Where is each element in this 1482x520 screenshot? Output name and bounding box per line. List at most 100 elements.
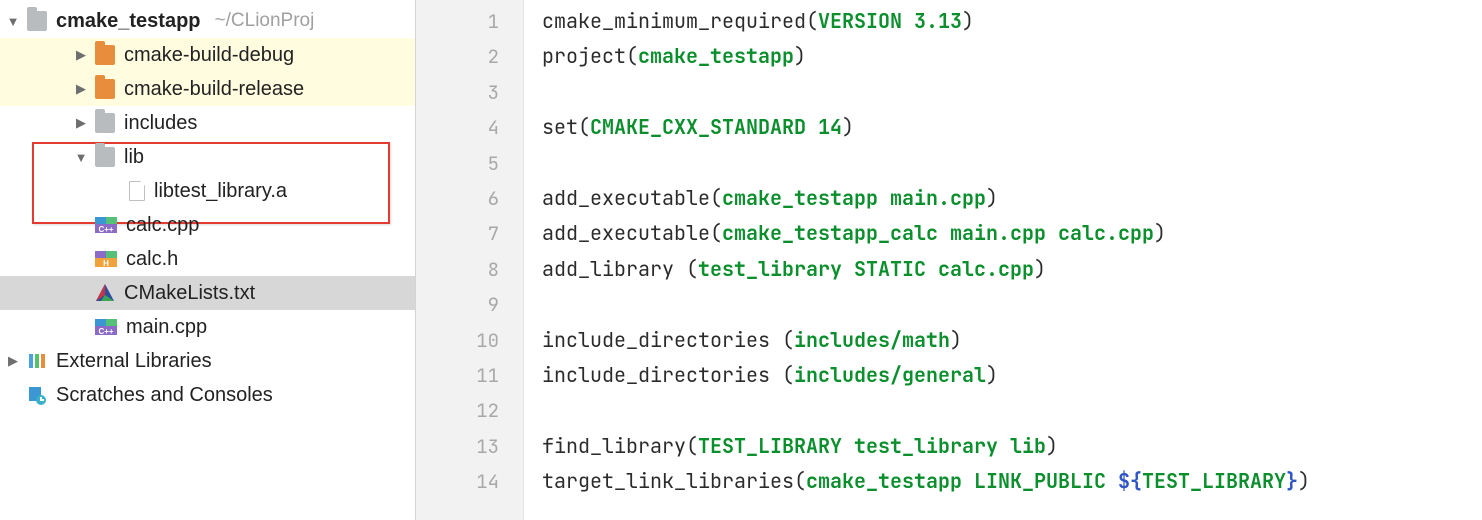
code-line[interactable] — [542, 393, 1482, 428]
chevron-right-icon[interactable]: ▶ — [74, 115, 88, 131]
code-line[interactable] — [542, 287, 1482, 322]
code-token: cmake_testapp main.cpp — [722, 185, 986, 211]
code-line[interactable]: include_directories (includes/general) — [542, 358, 1482, 393]
code-token: includes/math — [794, 327, 950, 353]
gutter-line-number: 10 — [416, 323, 499, 358]
gutter-line-number: 3 — [416, 75, 499, 110]
code-token: cmake_testapp_calc main.cpp calc.cpp — [722, 220, 1154, 246]
gutter: 1234567891011121314 — [416, 0, 524, 520]
header-file-icon: H — [95, 251, 117, 267]
code-line[interactable]: add_executable(cmake_testapp_calc main.c… — [542, 216, 1482, 251]
code-token: cmake_testapp LINK_PUBLIC — [806, 468, 1118, 494]
gutter-line-number: 11 — [416, 358, 499, 393]
code-line[interactable]: include_directories (includes/math) — [542, 323, 1482, 358]
tree-item-label: calc.h — [126, 248, 178, 271]
scratches-icon — [27, 385, 47, 405]
folder-icon — [95, 113, 115, 133]
tree-item[interactable]: ▶ includes — [0, 106, 415, 140]
chevron-down-icon[interactable]: ▼ — [74, 150, 88, 165]
code-line[interactable]: target_link_libraries(cmake_testapp LINK… — [542, 464, 1482, 499]
code-line[interactable] — [542, 75, 1482, 110]
code-token: CMAKE_CXX_STANDARD 14 — [590, 114, 842, 140]
gutter-line-number: 9 — [416, 287, 499, 322]
gutter-line-number: 6 — [416, 181, 499, 216]
project-tree[interactable]: ▼ cmake_testapp ~/CLionProj ▶cmake-build… — [0, 0, 416, 520]
tree-item[interactable]: ▶ cmake-build-debug — [0, 38, 415, 72]
code-token: add_executable( — [542, 185, 722, 211]
gutter-line-number: 14 — [416, 464, 499, 499]
tree-item[interactable]: ▶libtest_library.a — [0, 174, 415, 208]
code-token: target_link_libraries( — [542, 468, 806, 494]
gutter-line-number: 5 — [416, 146, 499, 181]
code-line[interactable]: set(CMAKE_CXX_STANDARD 14) — [542, 110, 1482, 145]
tree-item-label: libtest_library.a — [154, 180, 287, 203]
code-line[interactable]: add_executable(cmake_testapp main.cpp) — [542, 181, 1482, 216]
code-token: set( — [542, 114, 590, 140]
code-token: ${ — [1118, 468, 1142, 494]
chevron-right-icon[interactable]: ▶ — [74, 47, 88, 63]
code-token: VERSION 3.13 — [818, 8, 962, 34]
code-line[interactable]: find_library(TEST_LIBRARY test_library l… — [542, 429, 1482, 464]
tree-item-label: main.cpp — [126, 316, 207, 339]
folder-icon — [95, 79, 115, 99]
chevron-right-icon[interactable]: ▶ — [6, 353, 20, 369]
gutter-line-number: 2 — [416, 39, 499, 74]
code-token: find_library( — [542, 433, 698, 459]
tree-item-label: includes — [124, 112, 197, 135]
tree-item-label: cmake-build-debug — [124, 44, 294, 67]
code-token: ) — [1154, 220, 1166, 246]
code-line[interactable]: add_library (test_library STATIC calc.cp… — [542, 252, 1482, 287]
tree-item[interactable]: ▶C++calc.cpp — [0, 208, 415, 242]
tree-item[interactable]: ▶CMakeLists.txt — [0, 276, 415, 310]
tree-item[interactable]: ▶Scratches and Consoles — [0, 378, 415, 412]
tree-root[interactable]: ▼ cmake_testapp ~/CLionProj — [0, 4, 415, 38]
cpp-file-icon: C++ — [95, 319, 117, 335]
tree-item-label: External Libraries — [56, 350, 212, 373]
tree-root-hint: ~/CLionProj — [215, 10, 315, 32]
gutter-line-number: 7 — [416, 216, 499, 251]
code-token: } — [1286, 468, 1298, 494]
tree-item-label: CMakeLists.txt — [124, 282, 255, 305]
tree-item[interactable]: ▶C++main.cpp — [0, 310, 415, 344]
folder-icon — [95, 147, 115, 167]
code-token: ) — [1034, 256, 1046, 282]
svg-text:C++: C++ — [98, 225, 113, 233]
code-token: cmake_testapp — [638, 43, 794, 69]
tree-item-label: lib — [124, 146, 144, 169]
code-line[interactable] — [542, 146, 1482, 181]
svg-text:C++: C++ — [98, 327, 113, 335]
code-line[interactable]: project(cmake_testapp) — [542, 39, 1482, 74]
code-token: ) — [1298, 468, 1310, 494]
code-token: TEST_LIBRARY — [1142, 468, 1286, 494]
code-area[interactable]: cmake_minimum_required(VERSION 3.13)proj… — [524, 0, 1482, 520]
code-token: ) — [950, 327, 962, 353]
code-token: ) — [986, 362, 998, 388]
gutter-line-number: 12 — [416, 393, 499, 428]
code-token: include_directories ( — [542, 327, 794, 353]
code-token: includes/general — [794, 362, 986, 388]
gutter-line-number: 4 — [416, 110, 499, 145]
gutter-line-number: 1 — [416, 4, 499, 39]
code-editor[interactable]: 1234567891011121314 cmake_minimum_requir… — [416, 0, 1482, 520]
tree-item[interactable]: ▶ External Libraries — [0, 344, 415, 378]
file-icon — [129, 181, 145, 201]
tree-item[interactable]: ▼ lib — [0, 140, 415, 174]
svg-text:H: H — [103, 259, 109, 267]
code-token: include_directories ( — [542, 362, 794, 388]
code-token: ) — [986, 185, 998, 211]
code-token: test_library STATIC calc.cpp — [698, 256, 1034, 282]
gutter-line-number: 13 — [416, 429, 499, 464]
gutter-line-number: 8 — [416, 252, 499, 287]
code-token: ) — [1046, 433, 1058, 459]
folder-icon — [27, 11, 47, 31]
chevron-right-icon[interactable]: ▶ — [74, 81, 88, 97]
tree-item[interactable]: ▶Hcalc.h — [0, 242, 415, 276]
code-line[interactable]: cmake_minimum_required(VERSION 3.13) — [542, 4, 1482, 39]
tree-item[interactable]: ▶cmake-build-release — [0, 72, 415, 106]
chevron-down-icon[interactable]: ▼ — [6, 14, 20, 29]
code-token: add_library ( — [542, 256, 698, 282]
code-token: ) — [962, 8, 974, 34]
tree-item-label: Scratches and Consoles — [56, 384, 273, 407]
cpp-file-icon: C++ — [95, 217, 117, 233]
external-libraries-icon — [27, 351, 47, 371]
